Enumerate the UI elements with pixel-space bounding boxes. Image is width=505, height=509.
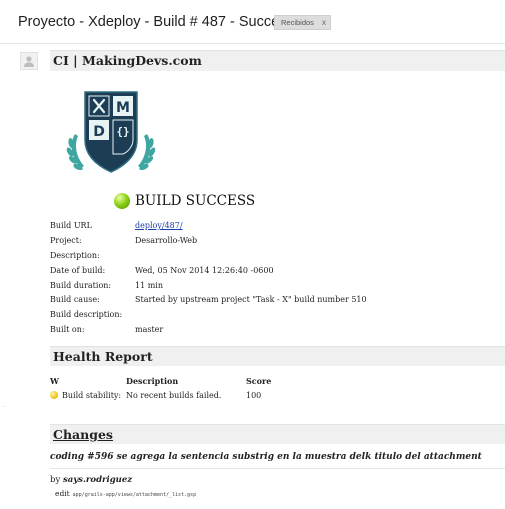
success-ball-icon xyxy=(114,193,130,209)
build-info-row: Build duration: 11 min xyxy=(50,278,367,293)
build-url-link[interactable]: deploy/487/ xyxy=(135,221,183,230)
commit-message: coding #596 se agrega la sentencia subst… xyxy=(50,452,482,462)
person-icon xyxy=(24,56,34,67)
commit-author-name: says.rodriguez xyxy=(62,475,133,485)
sender-avatar xyxy=(20,52,38,70)
health-col-description: Description xyxy=(126,376,179,386)
build-info-value: master xyxy=(135,325,164,335)
changes-link[interactable]: Changes xyxy=(53,427,113,442)
health-col-score: Score xyxy=(246,376,272,386)
build-info-row: Build cause: Started by upstream project … xyxy=(50,292,367,307)
health-row-description: No recent builds failed. xyxy=(126,391,222,400)
build-info-key: Project: xyxy=(50,235,82,245)
commit-author: by says.rodriguez xyxy=(50,475,132,485)
commit-edit-path: app/grails-app/views/attachment/_list.gs… xyxy=(72,492,197,498)
inbox-label-text: Recibidos xyxy=(281,18,314,27)
build-info-value: Started by upstream project "Task - X" b… xyxy=(135,295,367,305)
sender-heading: CI | MakingDevs.com xyxy=(50,50,505,71)
inbox-label-chip[interactable]: Recibidos x xyxy=(274,15,331,30)
health-col-w: W xyxy=(50,376,59,386)
build-info-row: Description: xyxy=(50,248,367,263)
health-row-score: 100 xyxy=(246,391,262,400)
logo-letter-m: M xyxy=(116,100,130,116)
commit-divider xyxy=(50,468,505,469)
build-info-table: Build URL deploy/487/Project: Desarrollo-W… xyxy=(50,218,367,337)
health-report-table: W Description Score Build stability: No … xyxy=(50,374,271,403)
build-info-key: Build cause: xyxy=(50,295,100,305)
commit-edit-label: edit xyxy=(55,489,70,498)
build-info-value[interactable]: deploy/487/ xyxy=(135,218,367,233)
health-header-row: W Description Score xyxy=(50,374,271,388)
build-status-text: BUILD SUCCESS xyxy=(135,193,256,209)
build-info-value xyxy=(135,248,367,263)
build-info-row: Build URL deploy/487/ xyxy=(50,218,367,233)
build-info-key: Built on: xyxy=(50,325,85,335)
build-info-key: Date of build: xyxy=(50,265,106,275)
build-info-value: 11 min xyxy=(135,280,164,290)
sun-weather-icon xyxy=(50,391,58,399)
build-info-value xyxy=(135,307,367,322)
build-info-row: Date of build: Wed, 05 Nov 2014 12:26:40 … xyxy=(50,263,367,278)
remove-label-icon[interactable]: x xyxy=(322,18,326,27)
makingdevs-logo: M D {} xyxy=(66,91,156,173)
commit-edit-line: edit app/grails-app/views/attachment/_lis… xyxy=(55,489,196,498)
build-info-value: Wed, 05 Nov 2014 12:26:40 -0600 xyxy=(135,265,274,275)
build-info-value: Desarrollo-Web xyxy=(135,235,198,245)
build-info-row: Built on: master xyxy=(50,322,367,337)
build-status: BUILD SUCCESS xyxy=(114,193,255,209)
health-report-heading: Health Report xyxy=(50,346,505,366)
build-info-row: Build description: xyxy=(50,307,367,322)
logo-braces: {} xyxy=(116,125,129,138)
build-info-key: Build description: xyxy=(50,310,123,320)
email-subject: Proyecto - Xdeploy - Build # 487 - Succe… xyxy=(18,14,313,30)
email-subject-bar: Proyecto - Xdeploy - Build # 487 - Succe… xyxy=(0,0,505,44)
logo-letter-d: D xyxy=(93,124,105,140)
build-info-row: Project: Desarrollo-Web xyxy=(50,233,367,248)
changes-heading[interactable]: Changes xyxy=(50,424,505,444)
health-row: Build stability: No recent builds failed… xyxy=(50,388,271,403)
build-info-key: Build URL xyxy=(50,220,92,230)
build-info-key: Build duration: xyxy=(50,280,112,290)
health-row-label: Build stability: xyxy=(62,391,122,400)
commit-author-prefix: by xyxy=(50,475,61,485)
build-info-key: Description: xyxy=(50,250,100,260)
